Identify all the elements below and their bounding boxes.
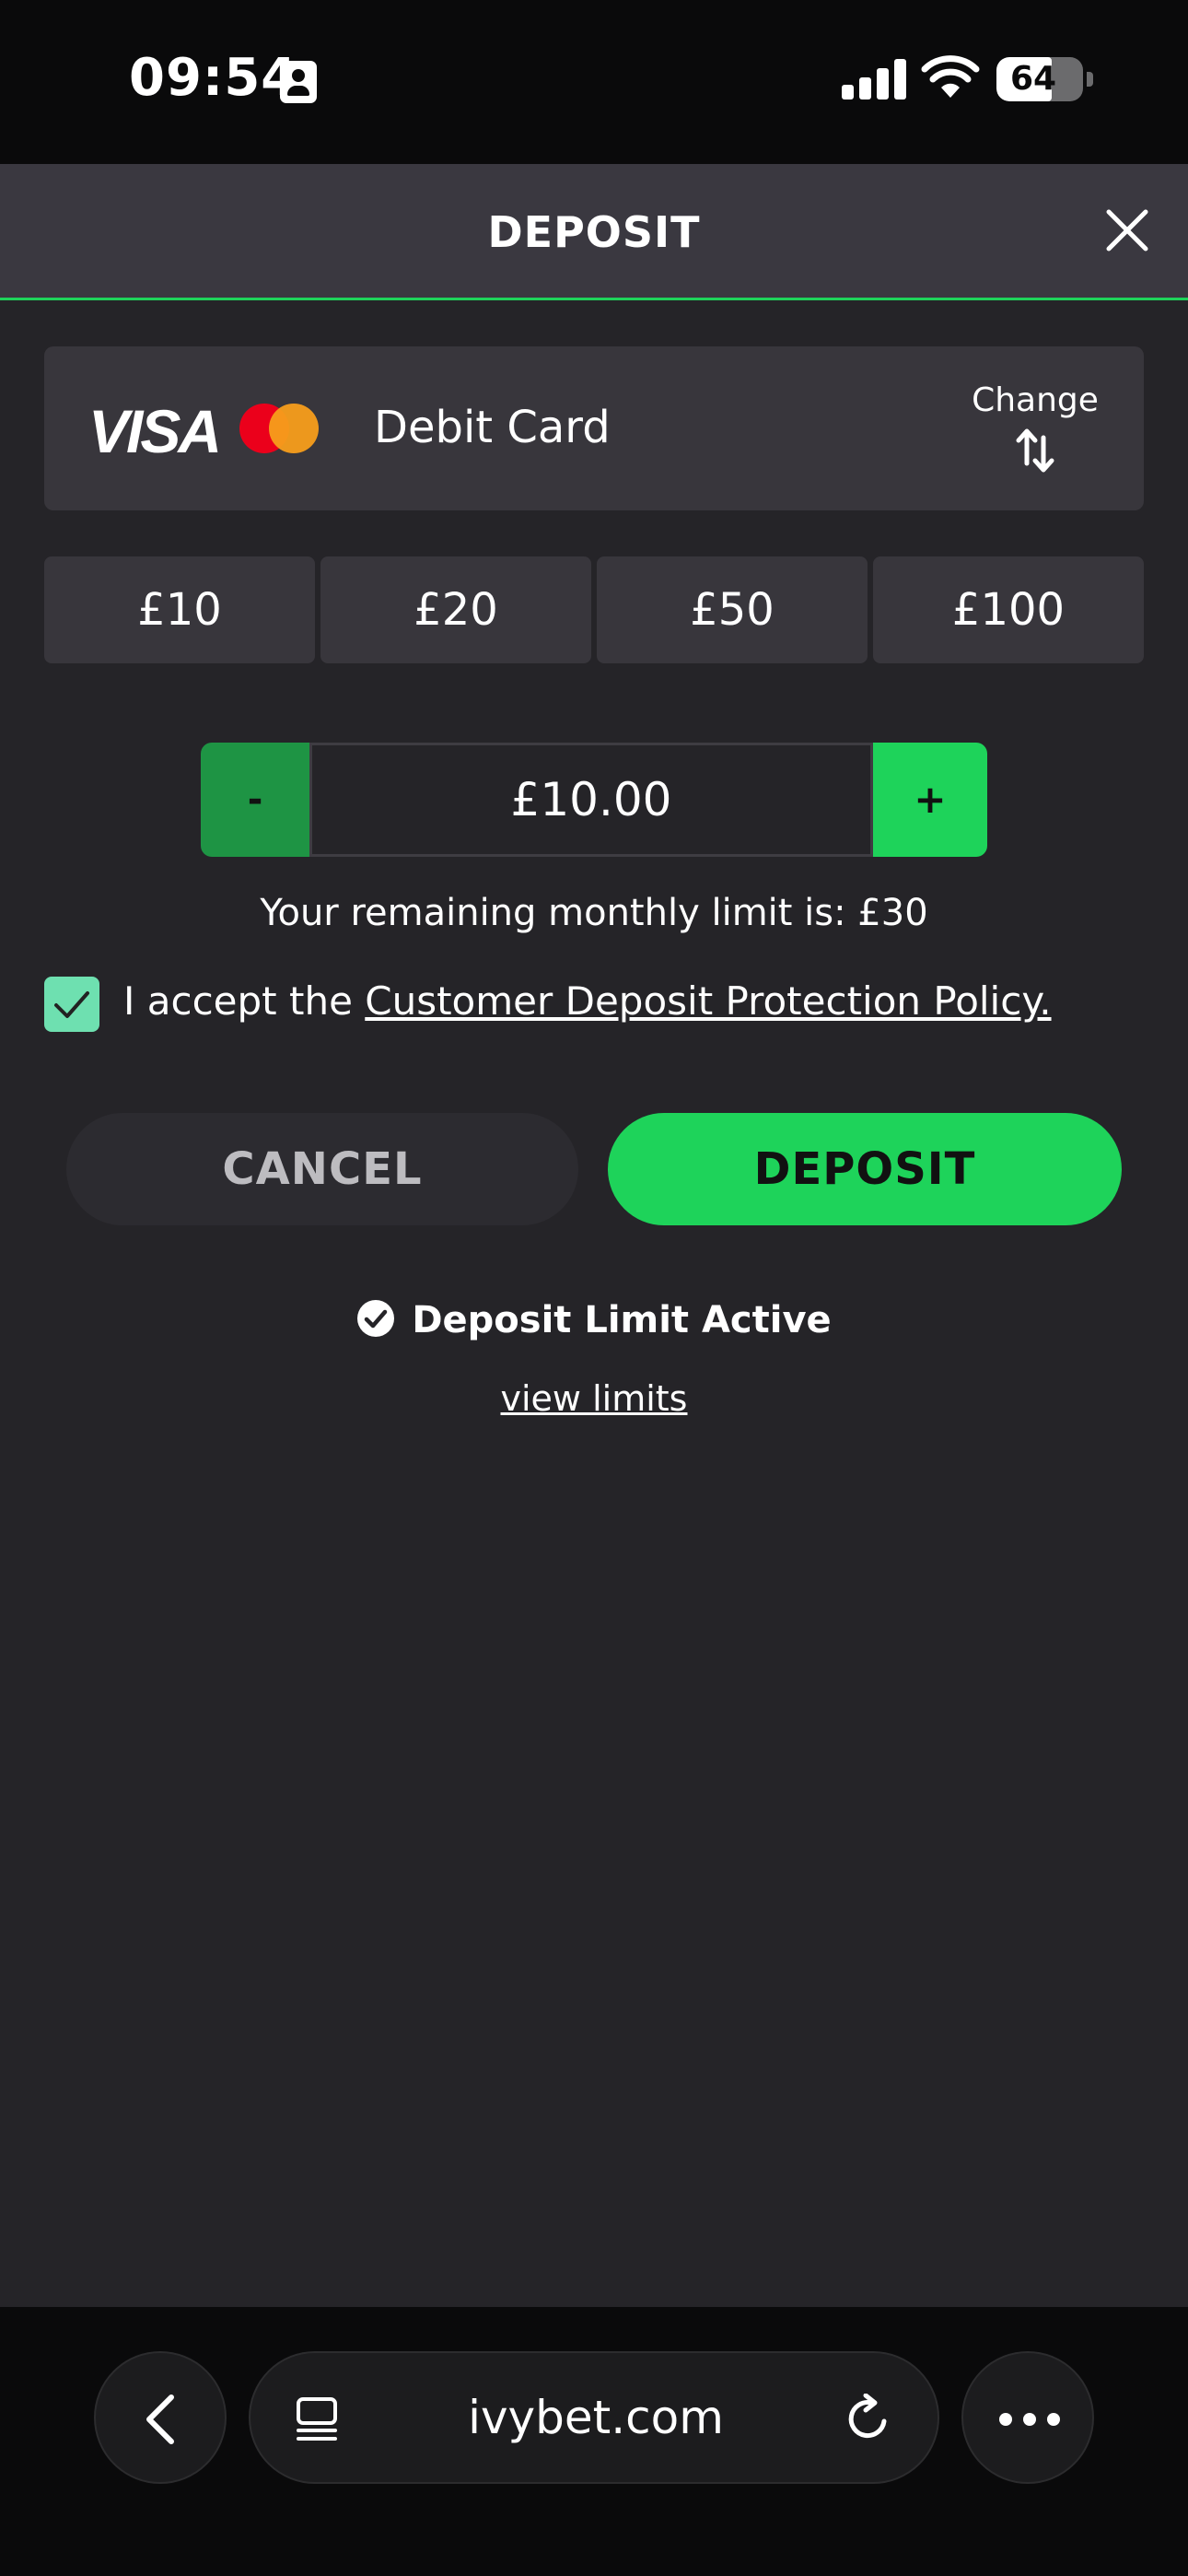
deposit-limit-label: Deposit Limit Active	[412, 1299, 832, 1341]
contact-card-icon	[280, 61, 317, 103]
visa-logo: VISA	[88, 397, 222, 465]
mastercard-logo	[239, 404, 319, 453]
accept-policy-checkbox[interactable]	[44, 977, 99, 1032]
battery-icon: 64	[996, 57, 1083, 101]
wifi-icon	[921, 55, 980, 98]
check-circle-icon	[357, 1300, 395, 1337]
accept-policy-text: I accept the Customer Deposit Protection…	[123, 978, 1052, 1024]
change-payment-button[interactable]: Change	[956, 381, 1114, 474]
reload-icon[interactable]	[844, 2394, 893, 2443]
deposit-modal: DEPOSIT VISA Debit Card Change £10 £20 £…	[0, 164, 1188, 2307]
remaining-limit-text: Your remaining monthly limit is: £30	[260, 892, 928, 934]
chevron-left-icon	[146, 2395, 174, 2444]
accept-prefix: I accept the	[123, 978, 366, 1024]
quick-amounts: £10 £20 £50 £100	[44, 556, 1144, 663]
cellular-signal-icon	[842, 59, 906, 100]
address-bar[interactable]: ivybet.com	[249, 2351, 939, 2484]
modal-header: DEPOSIT	[0, 164, 1188, 300]
status-bar: 09:54 64	[0, 0, 1188, 164]
increase-amount-button[interactable]: +	[873, 743, 987, 857]
quick-amount-100[interactable]: £100	[873, 556, 1144, 663]
decrease-amount-button[interactable]: -	[201, 743, 309, 857]
policy-link[interactable]: Customer Deposit Protection Policy.	[365, 978, 1051, 1024]
deposit-button[interactable]: DEPOSIT	[608, 1113, 1122, 1225]
close-icon[interactable]	[1101, 205, 1153, 256]
deposit-limit-status: Deposit Limit Active	[0, 1299, 1188, 1341]
view-limits-link[interactable]: view limits	[0, 1378, 1188, 1419]
quick-amount-50[interactable]: £50	[597, 556, 868, 663]
page-title: DEPOSIT	[487, 207, 701, 257]
swap-arrows-icon	[1016, 428, 1054, 473]
status-time: 09:54	[129, 48, 298, 108]
battery-level: 64	[1009, 60, 1057, 98]
payment-method-card[interactable]: VISA Debit Card Change	[44, 346, 1144, 510]
back-button[interactable]	[94, 2351, 227, 2484]
change-label: Change	[972, 381, 1099, 419]
payment-method-label: Debit Card	[374, 402, 611, 453]
amount-stepper: - £10.00 +	[201, 743, 987, 857]
amount-input[interactable]: £10.00	[309, 743, 873, 857]
ellipsis-icon	[999, 2413, 1060, 2426]
battery-tip	[1087, 72, 1093, 87]
quick-amount-10[interactable]: £10	[44, 556, 315, 663]
more-options-button[interactable]	[961, 2351, 1094, 2484]
browser-toolbar: ivybet.com	[0, 2307, 1188, 2576]
quick-amount-20[interactable]: £20	[320, 556, 591, 663]
cancel-button[interactable]: CANCEL	[66, 1113, 578, 1225]
checkmark-icon	[54, 991, 89, 1018]
url-text: ivybet.com	[468, 2391, 724, 2444]
